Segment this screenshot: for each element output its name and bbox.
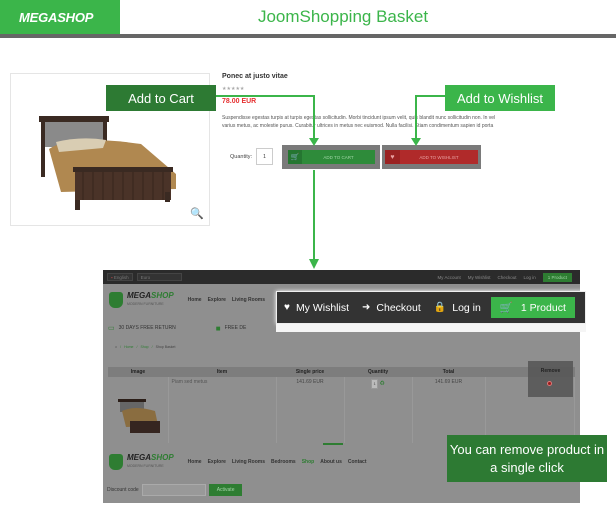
discount-code-input[interactable] <box>141 484 206 496</box>
col-image: Image <box>108 367 168 377</box>
cart-connector-line <box>216 95 315 140</box>
col-quantity: Quantity <box>344 367 412 377</box>
zoomed-top-nav: ♥ My Wishlist ➜ Checkout 🔒 Log in 🛒 1 Produc… <box>276 291 586 324</box>
currency-select[interactable]: Euro <box>136 273 182 281</box>
cart-button[interactable]: 1 Product <box>542 272 572 282</box>
add-to-wishlist-callout: Add to Wishlist <box>445 85 555 111</box>
checkout-link[interactable]: Checkout <box>497 275 516 280</box>
discount-row: Discount code Activate <box>103 480 580 500</box>
my-account-link[interactable]: My Account <box>437 275 460 280</box>
home-icon: ⌂ <box>115 345 118 349</box>
nav-living-rooms[interactable]: Living Rooms <box>232 297 265 303</box>
truck-icon: ■ <box>215 323 221 333</box>
nav-about-us[interactable]: About us <box>320 459 342 465</box>
my-wishlist-link[interactable]: ♥ My Wishlist <box>284 302 349 314</box>
remove-header: Remove <box>540 368 561 374</box>
col-item: Item <box>168 367 276 377</box>
cell-total: 141.69 EUR <box>412 377 486 443</box>
top-bar: ▪ English Euro My Account My Wishlist Ch… <box>103 270 580 284</box>
arrow-down-screenshot <box>309 259 319 269</box>
heart-icon: ♥ <box>284 302 290 313</box>
chair-logo-icon <box>109 292 123 308</box>
col-total: Total <box>412 367 485 377</box>
nav-living-rooms[interactable]: Living Rooms <box>232 459 265 465</box>
nav-bedrooms[interactable]: Bedrooms <box>271 459 296 465</box>
language-select[interactable]: ▪ English <box>107 273 133 281</box>
nav-explore[interactable]: Explore <box>208 297 226 303</box>
activate-button[interactable]: Activate <box>208 484 243 496</box>
nav-home[interactable]: Home <box>188 297 202 303</box>
nav-contact[interactable]: Contact <box>348 459 367 465</box>
add-to-cart-callout: Add to Cart <box>106 85 216 111</box>
nav-shop[interactable]: Shop <box>302 459 315 465</box>
zoom-overlay-strip <box>276 324 586 332</box>
remove-callout: You can remove product in a single click <box>447 435 607 482</box>
cart-icon: 🛒 <box>499 302 513 314</box>
lock-icon: 🔒 <box>433 302 447 313</box>
return-icon: ▭ <box>108 325 115 332</box>
cell-price: 141.69 EUR <box>276 377 345 443</box>
sign-in-icon: ➜ <box>362 302 371 313</box>
refresh-icon[interactable]: ♻ <box>380 381 385 387</box>
chair-logo-icon <box>109 454 123 470</box>
active-indicator <box>323 443 343 445</box>
login-link[interactable]: Log in <box>523 275 535 280</box>
remove-icon[interactable] <box>547 381 552 386</box>
discount-label: Discount code <box>107 487 139 493</box>
cart-product-button[interactable]: 🛒 1 Product <box>490 297 575 318</box>
site-logo[interactable]: MEGASHOP MODERN FURNITURE <box>127 292 174 308</box>
nav-explore[interactable]: Explore <box>208 459 226 465</box>
nav-home[interactable]: Home <box>188 459 202 465</box>
quantity-field[interactable]: 1 <box>371 379 379 389</box>
remove-highlight <box>528 361 573 397</box>
cart-table: Image Item Single price Quantity Total P… <box>108 367 575 443</box>
cell-quantity: 1 ♻ <box>344 377 413 443</box>
col-single-price: Single price <box>276 367 344 377</box>
cell-item[interactable]: Piam sed metus <box>168 377 277 443</box>
breadcrumb-current: Shop Basket <box>155 345 176 349</box>
arrow-down-cart <box>309 138 319 146</box>
cell-image <box>108 377 169 443</box>
wishlist-connector-line <box>415 95 445 140</box>
table-header-row: Image Item Single price Quantity Total <box>108 367 575 377</box>
my-wishlist-link[interactable]: My Wishlist <box>468 275 491 280</box>
checkout-link[interactable]: ➜ Checkout <box>362 302 421 314</box>
breadcrumb-shop[interactable]: Shop <box>140 345 148 349</box>
arrow-down-wishlist <box>411 138 421 146</box>
table-row: Piam sed metus 141.69 EUR 1 ♻ 141.69 EUR <box>108 377 575 443</box>
bed-thumbnail <box>118 399 161 433</box>
login-link[interactable]: 🔒 Log in <box>434 302 481 314</box>
site-logo-sticky[interactable]: MEGASHOP MODERN FURNITURE <box>127 454 174 470</box>
breadcrumb-home[interactable]: Home <box>124 345 133 349</box>
breadcrumb: ⌂ / Home / Shop / Shop Basket <box>115 345 176 349</box>
